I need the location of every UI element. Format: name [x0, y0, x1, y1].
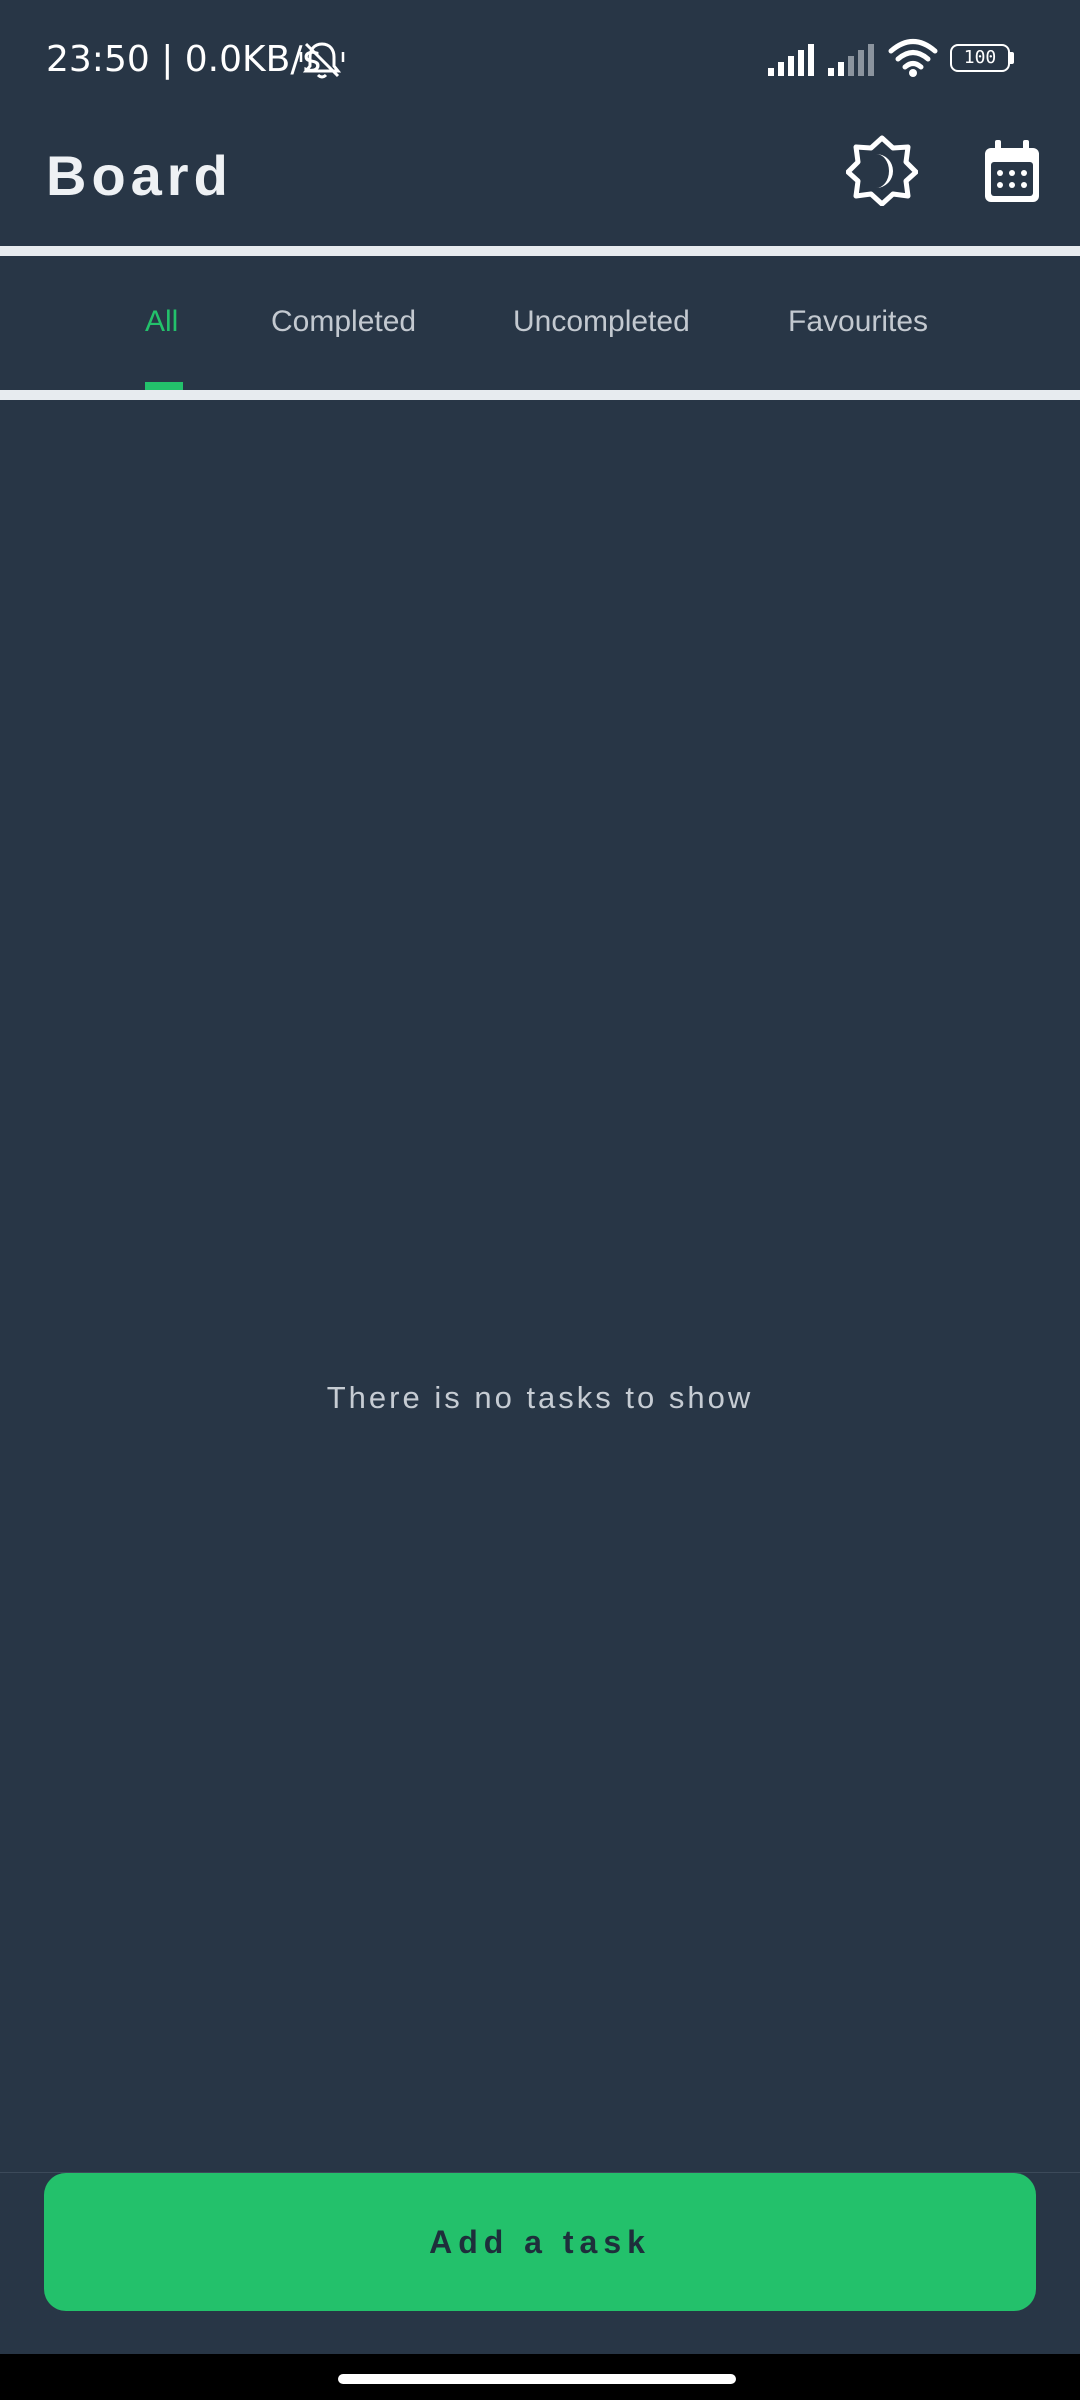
- home-indicator[interactable]: [338, 2374, 736, 2384]
- header-divider: [0, 246, 1080, 256]
- tab-completed[interactable]: Completed: [271, 258, 416, 390]
- add-task-button[interactable]: Add a task: [44, 2173, 1036, 2311]
- calendar-icon: [985, 140, 1039, 202]
- tab-favourites[interactable]: Favourites: [788, 258, 928, 390]
- wifi-icon: [888, 39, 938, 77]
- mute-bell-icon: [299, 42, 345, 79]
- calendar-button[interactable]: [982, 138, 1042, 204]
- system-nav-bar: [0, 2354, 1080, 2400]
- tab-divider: [0, 390, 1080, 400]
- status-bar: 23:50 | 0.0KB/s 100: [0, 0, 1080, 120]
- empty-state-message: There is no tasks to show: [326, 1380, 754, 1415]
- status-time-speed: 23:50 | 0.0KB/s: [46, 39, 322, 80]
- tab-all[interactable]: All: [145, 258, 178, 390]
- tab-uncompleted[interactable]: Uncompleted: [513, 258, 690, 390]
- battery-tip: [1010, 52, 1014, 64]
- tab-active-indicator: [145, 382, 183, 390]
- theme-toggle-button[interactable]: [845, 134, 919, 207]
- battery-icon: 100: [950, 44, 1014, 74]
- page-title: Board: [46, 144, 233, 207]
- signal-icon: [828, 44, 874, 76]
- battery-level: 100: [963, 47, 997, 68]
- app-bar: Board: [0, 120, 1080, 246]
- theme-toggle-icon: [845, 135, 919, 207]
- tab-bar: All Completed Uncompleted Favourites: [0, 258, 1080, 390]
- signal-icon: [768, 44, 814, 76]
